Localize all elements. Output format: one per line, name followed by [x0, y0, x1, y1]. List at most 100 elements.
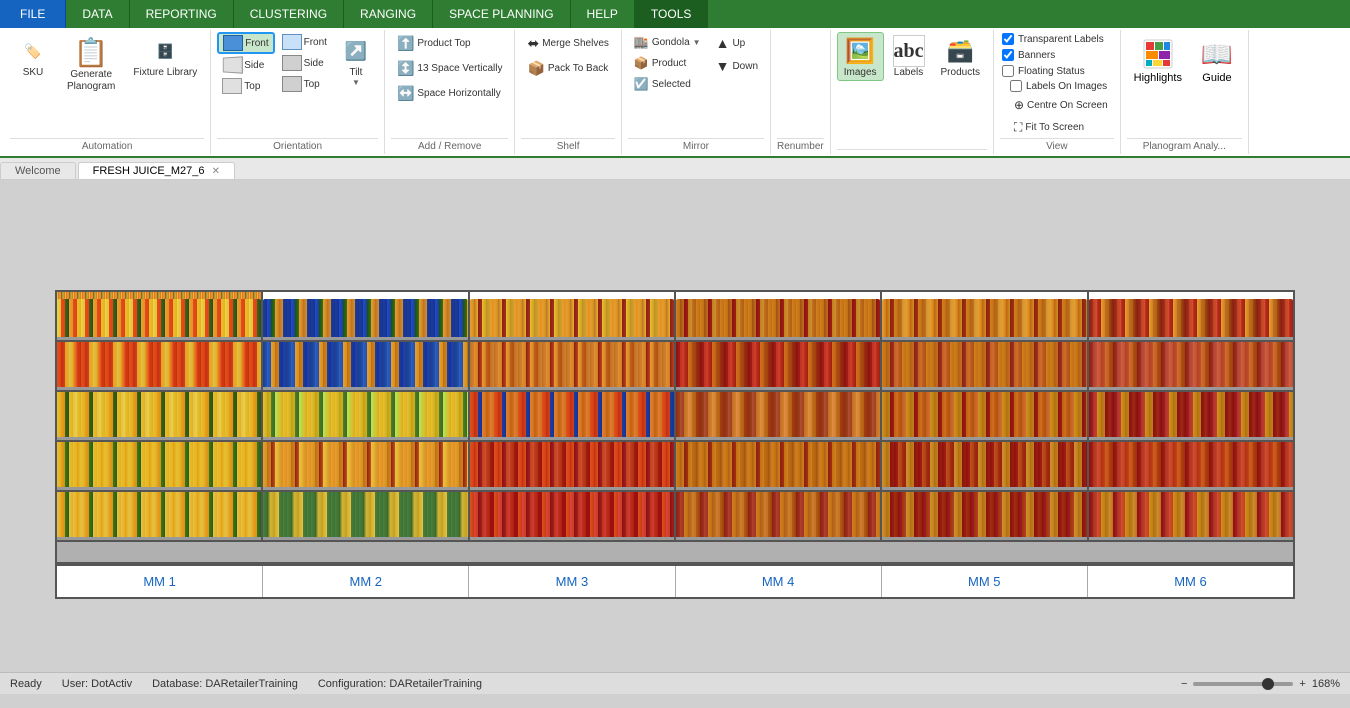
shelf-unit-3-row-1	[470, 292, 676, 340]
product-top-icon: ⬆️	[397, 35, 414, 52]
top-btn-1[interactable]: Top	[217, 76, 274, 96]
ribbon-content: 🏷️ SKU 📋 Generate Planogram 🗄️ Fixture L…	[0, 28, 1350, 158]
zoom-level: 168%	[1312, 678, 1340, 690]
tab-data[interactable]: DATA	[66, 0, 129, 28]
shelf-row-3	[57, 392, 1293, 442]
zoom-out-btn[interactable]: −	[1181, 678, 1187, 690]
zoom-thumb	[1262, 678, 1274, 690]
status-text: Ready	[10, 678, 42, 690]
zoom-slider[interactable]	[1193, 682, 1293, 686]
gondola-button[interactable]: 🏬 Gondola ▼	[628, 32, 707, 52]
space-vertically-button[interactable]: ↕️ 13 Space Vertically	[391, 57, 509, 80]
group-shelf: ⬌ Merge Shelves 📦 Pack To Back Shelf	[515, 30, 621, 154]
add-remove-label: Add / Remove	[391, 138, 509, 152]
generate-icon: 📋	[74, 36, 109, 69]
tab-fresh-juice[interactable]: FRESH JUICE_M27_6 ✕	[78, 162, 235, 179]
shelf-unit-6-row-1	[1089, 292, 1293, 340]
products-button[interactable]: 🗃️ Products	[934, 32, 987, 81]
selected-button[interactable]: ☑️ Selected	[628, 74, 707, 94]
product-icon: 📦	[634, 56, 649, 70]
top-btn-2[interactable]: Top	[277, 74, 332, 94]
base-shelf	[57, 542, 1293, 564]
mm-label-3: MM 3	[469, 566, 675, 597]
zoom-control: − + 168%	[1181, 678, 1340, 690]
view-label: View	[1000, 138, 1114, 152]
shelf-row-2	[57, 342, 1293, 392]
shelf-unit-4-row-1	[676, 292, 882, 340]
sku-icon: 🏷️	[17, 35, 49, 67]
mm-label-1: MM 1	[57, 566, 263, 597]
main-area: MM 1 MM 2 MM 3 MM 4 MM 5 MM 6	[0, 180, 1350, 708]
tab-help[interactable]: HELP	[571, 0, 635, 28]
product-top-button[interactable]: ⬆️ Product Top	[391, 32, 477, 55]
shelf-row-4	[57, 442, 1293, 492]
tilt-icon: ↗️	[342, 35, 370, 67]
renumber-label: Renumber	[777, 138, 824, 152]
tab-tools[interactable]: TOOLS	[635, 0, 708, 28]
merge-shelves-button[interactable]: ⬌ Merge Shelves	[521, 32, 614, 55]
sku-button[interactable]: 🏷️ SKU	[10, 32, 56, 81]
guide-button[interactable]: 📖 Guide	[1192, 32, 1242, 88]
labels-button[interactable]: abc Labels	[886, 32, 932, 81]
front-btn-1[interactable]: Front	[217, 32, 274, 54]
space-horizontally-button[interactable]: ↔️ Space Horizontally	[391, 82, 507, 105]
front-icon-1	[223, 35, 243, 51]
tab-clustering[interactable]: CLUSTERING	[234, 0, 344, 28]
side-icon-2	[282, 55, 302, 71]
planogram: MM 1 MM 2 MM 3 MM 4 MM 5 MM 6	[55, 290, 1295, 599]
tab-file[interactable]: FILE	[0, 0, 66, 28]
group-automation: 🏷️ SKU 📋 Generate Planogram 🗄️ Fixture L…	[4, 30, 211, 154]
shelf-unit-1-row-1	[57, 292, 263, 340]
group-orientation: Front Side Top Front Side	[211, 30, 385, 154]
group-mirror: 🏬 Gondola ▼ 📦 Product ☑️ Selected ▲ Up	[622, 30, 771, 154]
centre-icon: ⊕	[1014, 98, 1024, 112]
product-button[interactable]: 📦 Product	[628, 53, 707, 73]
side-btn-2[interactable]: Side	[277, 53, 332, 73]
status-bar: Ready User: DotActiv Database: DARetaile…	[0, 672, 1350, 694]
shelf-unit-2-row-1	[263, 292, 469, 340]
front-btn-2[interactable]: Front	[277, 32, 332, 52]
tab-ranging[interactable]: RANGING	[344, 0, 433, 28]
top-icon-1	[222, 78, 242, 94]
floating-status-check[interactable]: Floating Status	[1000, 64, 1106, 78]
images-label	[837, 149, 987, 152]
fixture-library-button[interactable]: 🗄️ Fixture Library	[126, 32, 204, 81]
up-button[interactable]: ▲ Up	[710, 32, 764, 54]
tab-welcome[interactable]: Welcome	[0, 162, 76, 179]
group-images: 🖼️ Images abc Labels 🗃️ Products	[831, 30, 994, 154]
generate-planogram-button[interactable]: 📋 Generate Planogram	[58, 32, 124, 97]
mm-label-2: MM 2	[263, 566, 469, 597]
labels-on-images-check[interactable]: Labels On Images	[1008, 79, 1114, 93]
tilt-button[interactable]: ↗️ Tilt ▼	[334, 32, 378, 90]
mm-label-6: MM 6	[1088, 566, 1293, 597]
merge-icon: ⬌	[527, 35, 539, 52]
down-button[interactable]: ▼ Down	[710, 55, 764, 77]
automation-label: Automation	[10, 138, 204, 152]
group-renumber: Renumber	[771, 30, 831, 154]
side-btn-1[interactable]: Side	[217, 55, 274, 75]
pack-to-back-button[interactable]: 📦 Pack To Back	[521, 57, 614, 80]
gondola-icon: 🏬	[634, 35, 649, 49]
down-icon: ▼	[716, 58, 730, 74]
fit-to-screen-button[interactable]: ⛶ Fit To Screen	[1008, 117, 1114, 138]
shelf-unit-5-row-1	[882, 292, 1088, 340]
zoom-in-btn[interactable]: +	[1299, 678, 1305, 690]
close-tab-icon[interactable]: ✕	[212, 166, 220, 177]
tilt-dropdown: ▼	[352, 78, 360, 87]
highlights-button[interactable]: Highlights	[1127, 32, 1189, 88]
shelf-row-5	[57, 492, 1293, 542]
highlights-icon	[1140, 36, 1176, 72]
transparent-labels-check[interactable]: Transparent Labels	[1000, 32, 1106, 46]
products-icon: 🗃️	[944, 35, 976, 67]
tab-space-planning[interactable]: SPACE PLANNING	[433, 0, 570, 28]
ribbon-tabs: FILE DATA REPORTING CLUSTERING RANGING S…	[0, 0, 1350, 28]
banners-check[interactable]: Banners	[1000, 48, 1106, 62]
centre-on-screen-button[interactable]: ⊕ Centre On Screen	[1008, 95, 1114, 115]
side-icon-1	[223, 56, 243, 74]
images-button[interactable]: 🖼️ Images	[837, 32, 884, 81]
tab-reporting[interactable]: REPORTING	[130, 0, 234, 28]
fixture-icon: 🗄️	[149, 35, 181, 67]
up-icon: ▲	[716, 35, 730, 51]
mm-labels: MM 1 MM 2 MM 3 MM 4 MM 5 MM 6	[57, 564, 1293, 597]
mm-label-4: MM 4	[676, 566, 882, 597]
